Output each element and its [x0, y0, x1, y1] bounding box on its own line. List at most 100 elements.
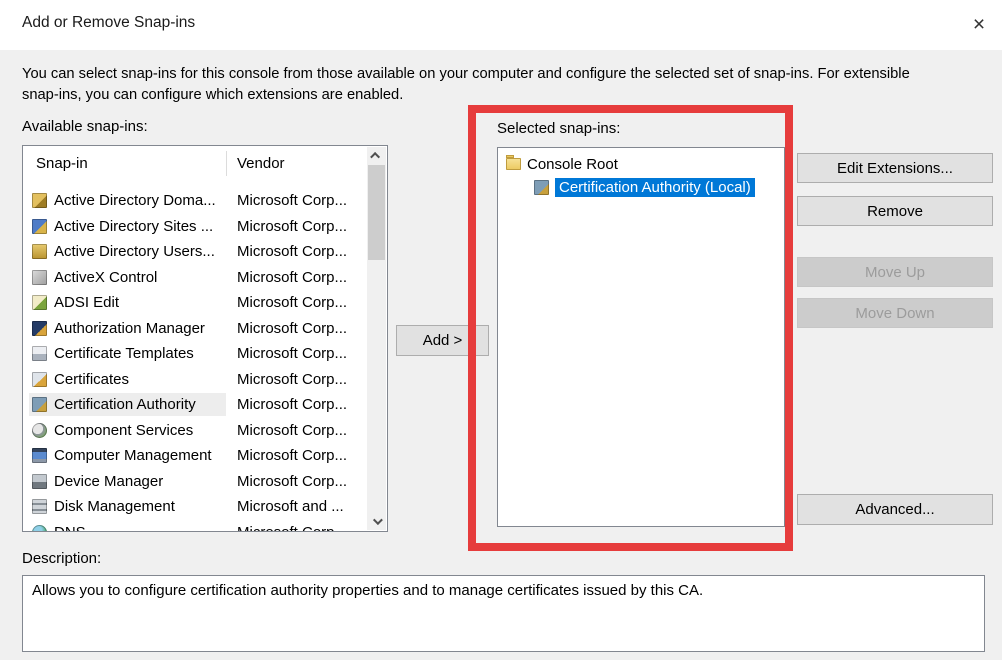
snapin-name-cell: Active Directory Doma... [29, 189, 226, 212]
snapin-name-cell: Component Services [29, 419, 226, 442]
scrollbar-up-button[interactable] [367, 147, 386, 164]
table-row[interactable]: Component Services Microsoft Corp... [24, 418, 368, 444]
title-bar: Add or Remove Snap-ins × [0, 0, 1002, 50]
table-row[interactable]: ADSI Edit Microsoft Corp... [24, 290, 368, 316]
snapin-icon [32, 448, 47, 463]
snapin-icon [32, 397, 47, 412]
snapin-icon [32, 474, 47, 489]
description-label: Description: [22, 550, 101, 567]
snapin-vendor-cell: Microsoft Corp... [227, 189, 367, 212]
tree-item-console-root[interactable]: Console Root [506, 153, 618, 175]
snapin-label: Component Services [54, 422, 193, 439]
snapin-label: Device Manager [54, 473, 163, 490]
scrollbar-down-button[interactable] [367, 513, 386, 530]
snapin-name-cell: Authorization Manager [29, 317, 226, 340]
snapin-vendor-cell: Microsoft Corp... [227, 368, 367, 391]
available-rows: Active Directory Doma... Microsoft Corp.… [24, 188, 368, 531]
instruction-text: You can select snap-ins for this console… [22, 64, 970, 106]
snapin-name-cell: Computer Management [29, 444, 226, 467]
snapin-vendor: Microsoft Corp... [237, 320, 347, 337]
snapin-vendor: Microsoft Corp... [237, 371, 347, 388]
remove-button[interactable]: Remove [797, 196, 993, 226]
snapin-vendor: Microsoft Corp... [237, 447, 347, 464]
tree-item-certification-authority[interactable]: Certification Authority (Local) [534, 176, 755, 198]
snapin-label: ActiveX Control [54, 269, 157, 286]
snapin-vendor-cell: Microsoft Corp... [227, 266, 367, 289]
snapin-label: Computer Management [54, 447, 212, 464]
snapin-vendor-cell: Microsoft Corp... [227, 521, 367, 532]
available-snapins-label: Available snap-ins: [22, 118, 148, 135]
snapin-label: DNS [54, 524, 86, 532]
table-row[interactable]: DNS Microsoft Corp... [24, 520, 368, 532]
snapin-vendor: Microsoft Corp... [237, 269, 347, 286]
snapin-icon [32, 499, 47, 514]
close-icon[interactable]: × [960, 8, 998, 42]
snapin-vendor-cell: Microsoft Corp... [227, 215, 367, 238]
snapin-icon [32, 321, 47, 336]
snapin-icon [32, 193, 47, 208]
snapin-vendor: Microsoft Corp... [237, 294, 347, 311]
chevron-down-icon [373, 515, 383, 525]
snapin-vendor: Microsoft Corp... [237, 396, 347, 413]
available-snapins-list: Snap-in Vendor Active Directory Doma... … [22, 145, 388, 532]
snapin-name-cell: DNS [29, 521, 226, 532]
table-row[interactable]: Active Directory Users... Microsoft Corp… [24, 239, 368, 265]
snapin-vendor: Microsoft Corp... [237, 345, 347, 362]
snapin-vendor-cell: Microsoft Corp... [227, 342, 367, 365]
advanced-button[interactable]: Advanced... [797, 494, 993, 525]
table-row[interactable]: Active Directory Doma... Microsoft Corp.… [24, 188, 368, 214]
snapin-name-cell: Disk Management [29, 495, 226, 518]
table-row[interactable]: Device Manager Microsoft Corp... [24, 469, 368, 495]
snapin-icon [32, 423, 47, 438]
snapin-label: Active Directory Doma... [54, 192, 216, 209]
table-row[interactable]: Active Directory Sites ... Microsoft Cor… [24, 214, 368, 240]
snapin-vendor: Microsoft Corp... [237, 243, 347, 260]
list-header: Snap-in Vendor [24, 147, 386, 180]
edit-extensions-button[interactable]: Edit Extensions... [797, 153, 993, 183]
snapin-icon [32, 244, 47, 259]
table-row[interactable]: Certificates Microsoft Corp... [24, 367, 368, 393]
selected-snapins-label: Selected snap-ins: [497, 120, 620, 137]
snapin-label: Certification Authority [54, 396, 196, 413]
column-header-snapin[interactable]: Snap-in [36, 147, 88, 180]
snapin-name-cell: ActiveX Control [29, 266, 226, 289]
snapin-vendor: Microsoft Corp... [237, 524, 347, 532]
table-row[interactable]: Certificate Templates Microsoft Corp... [24, 341, 368, 367]
snapin-name-cell: Device Manager [29, 470, 226, 493]
snapin-icon [32, 295, 47, 310]
certification-authority-icon [534, 180, 549, 195]
scrollbar-thumb[interactable] [368, 165, 385, 260]
snapin-label: ADSI Edit [54, 294, 119, 311]
snapin-name-cell: Certification Authority [29, 393, 226, 416]
add-button[interactable]: Add > [396, 325, 489, 356]
snapin-vendor-cell: Microsoft Corp... [227, 291, 367, 314]
table-row[interactable]: Computer Management Microsoft Corp... [24, 443, 368, 469]
table-row[interactable]: Certification Authority Microsoft Corp..… [24, 392, 368, 418]
snapin-name-cell: Certificate Templates [29, 342, 226, 365]
snapin-vendor-cell: Microsoft Corp... [227, 470, 367, 493]
chevron-up-icon [370, 152, 380, 162]
snapin-name-cell: Active Directory Sites ... [29, 215, 226, 238]
table-row[interactable]: Authorization Manager Microsoft Corp... [24, 316, 368, 342]
snapin-vendor: Microsoft Corp... [237, 218, 347, 235]
snapin-vendor-cell: Microsoft Corp... [227, 419, 367, 442]
snapin-icon [32, 346, 47, 361]
snapin-label: Disk Management [54, 498, 175, 515]
snapin-label: Active Directory Sites ... [54, 218, 213, 235]
snapin-vendor-cell: Microsoft Corp... [227, 317, 367, 340]
snapin-vendor: Microsoft Corp... [237, 422, 347, 439]
table-row[interactable]: Disk Management Microsoft and ... [24, 494, 368, 520]
column-divider [226, 151, 227, 176]
dialog-body: You can select snap-ins for this console… [0, 50, 1002, 660]
tree-item-label-selected: Certification Authority (Local) [555, 178, 755, 197]
column-header-vendor[interactable]: Vendor [237, 147, 285, 180]
snapin-icon [32, 525, 47, 532]
snapin-vendor: Microsoft Corp... [237, 473, 347, 490]
vertical-scrollbar[interactable] [367, 147, 386, 530]
snapin-label: Certificate Templates [54, 345, 194, 362]
move-up-button: Move Up [797, 257, 993, 287]
snapin-name-cell: ADSI Edit [29, 291, 226, 314]
table-row[interactable]: ActiveX Control Microsoft Corp... [24, 265, 368, 291]
snapin-vendor-cell: Microsoft and ... [227, 495, 367, 518]
snapin-vendor-cell: Microsoft Corp... [227, 240, 367, 263]
